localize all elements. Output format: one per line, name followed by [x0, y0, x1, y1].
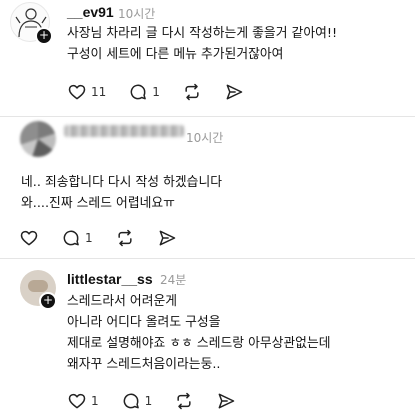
- comment-button[interactable]: 1: [121, 391, 153, 411]
- timestamp: 10시간: [118, 7, 156, 21]
- heart-icon: [20, 230, 38, 246]
- comment-icon: [63, 230, 79, 246]
- post-text: 스레드라서 어려운게 아니라 어디다 올려도 구성을 제대로 설명해야죠 ㅎㅎ …: [67, 291, 331, 375]
- follow-plus-icon[interactable]: +: [35, 27, 53, 45]
- comment-icon: [123, 393, 139, 409]
- like-button[interactable]: 1: [67, 391, 99, 411]
- heart-icon: [68, 84, 86, 100]
- post-text-line: 사장님 차라리 글 다시 작성하는게 좋을거 같아여!!: [67, 26, 338, 41]
- avatar-blurred[interactable]: [20, 121, 56, 157]
- post-text-line: 와....진짜 스레드 어렵네요ㅠ: [21, 196, 175, 211]
- share-icon: [159, 230, 175, 246]
- post-text-line: 제대로 설명해야죠 ㅎㅎ 스레드랑 아무상관없는데: [67, 336, 331, 351]
- post-text: 사장님 차라리 글 다시 작성하는게 좋을거 같아여!! 구성이 세트에 다른 …: [67, 23, 337, 65]
- like-count: 1: [91, 394, 99, 408]
- post-actions: 11 1: [67, 81, 266, 103]
- share-button[interactable]: [157, 228, 177, 248]
- timestamp: 10시간: [186, 131, 224, 145]
- share-icon: [218, 393, 235, 409]
- repost-icon: [185, 83, 199, 101]
- post-text: 네.. 죄송합니다 다시 작성 하겠습니다 와....진짜 스레드 어렵네요ㅠ: [21, 172, 222, 214]
- like-button[interactable]: [19, 228, 39, 248]
- comment-button[interactable]: 1: [128, 82, 160, 102]
- repost-button[interactable]: [115, 228, 135, 248]
- share-button[interactable]: [216, 391, 236, 411]
- comment-count: 1: [85, 231, 93, 245]
- share-icon: [226, 84, 243, 100]
- comment-count: 1: [144, 394, 153, 408]
- post-actions: 1: [19, 227, 199, 249]
- like-count: 11: [91, 85, 107, 99]
- repost-icon: [177, 392, 191, 410]
- repost-icon: [118, 229, 132, 247]
- post-text-line: 왜자꾸 스레드처음이라는둥..: [67, 357, 221, 372]
- repost-button[interactable]: [174, 391, 194, 411]
- like-button[interactable]: 11: [67, 82, 106, 102]
- post-text-line: 네.. 죄송합니다 다시 작성 하겠습니다: [21, 175, 223, 190]
- username-blurred[interactable]: [64, 125, 184, 137]
- post-text-line: 아니라 어디다 올려도 구성을: [67, 315, 221, 330]
- timestamp: 24분: [160, 273, 187, 287]
- share-button[interactable]: [224, 82, 244, 102]
- repost-button[interactable]: [182, 82, 202, 102]
- post-actions: 1 1: [67, 390, 258, 412]
- comment-icon: [130, 84, 147, 100]
- heart-icon: [68, 393, 86, 409]
- post-text-line: 구성이 세트에 다른 메뉴 추가된거잖아여: [67, 47, 284, 62]
- follow-plus-icon[interactable]: +: [39, 292, 57, 310]
- comment-button[interactable]: 1: [61, 228, 93, 248]
- post-text-line: 스레드라서 어려운게: [67, 294, 178, 309]
- comment-count: 1: [152, 85, 160, 99]
- username[interactable]: __ev91: [67, 4, 114, 20]
- username[interactable]: littlestar__ss: [67, 271, 153, 287]
